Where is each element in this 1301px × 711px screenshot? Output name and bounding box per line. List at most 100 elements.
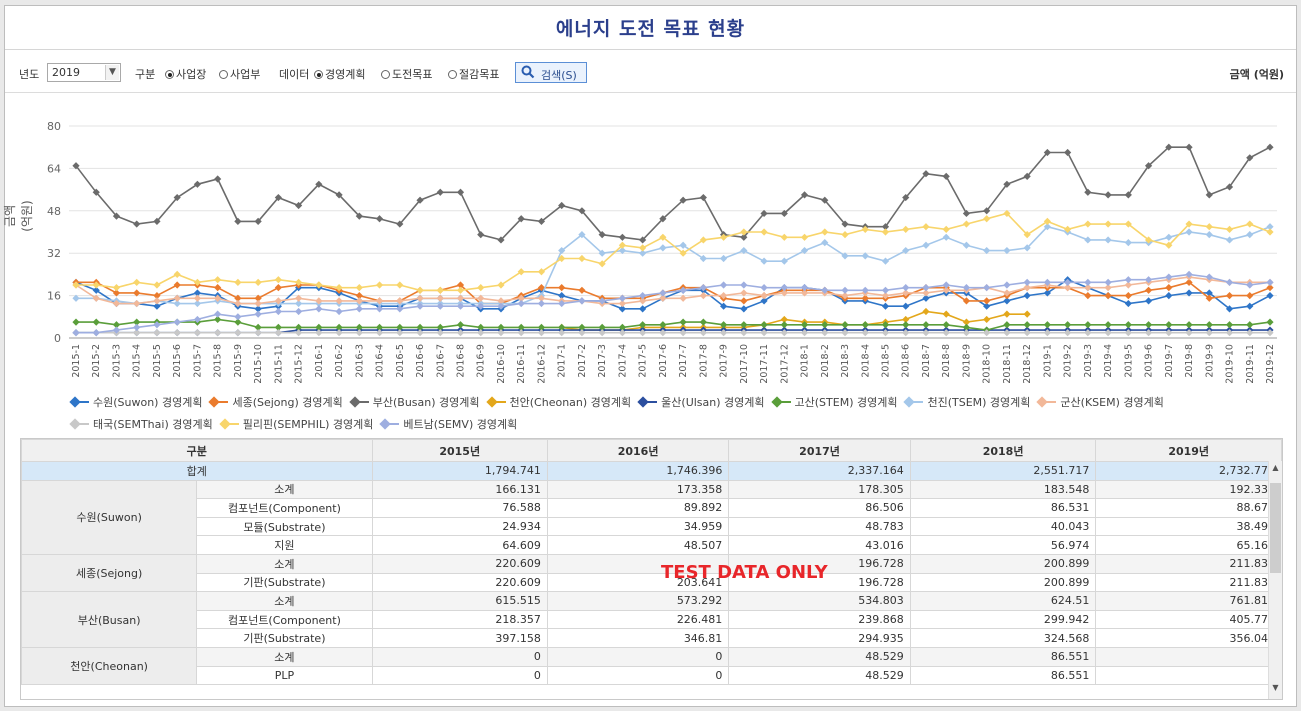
table-row[interactable]: PLP0048.52986.5510: [22, 665, 1282, 686]
table-cell[interactable]: 299.942: [909, 609, 1097, 630]
data-point-cheonjin[interactable]: [719, 254, 728, 263]
data-point-cheonjin[interactable]: [1124, 239, 1132, 247]
data-point-gosan[interactable]: [1144, 321, 1153, 329]
data-point-gosan[interactable]: [679, 318, 687, 326]
table-cell[interactable]: 356.041: [1095, 628, 1282, 648]
data-point-gosan[interactable]: [1023, 321, 1031, 329]
data-point-vietnam[interactable]: [1084, 278, 1092, 286]
table-cell[interactable]: 1,746.396: [546, 461, 730, 481]
data-point-suwon[interactable]: [740, 305, 748, 313]
data-point-phil[interactable]: [112, 284, 121, 292]
table-cell[interactable]: 624.51: [909, 591, 1097, 611]
data-point-phil[interactable]: [133, 278, 141, 286]
table-cell[interactable]: 0: [1095, 665, 1282, 686]
data-point-gunsan[interactable]: [133, 299, 141, 308]
data-point-phil[interactable]: [1084, 220, 1092, 228]
table-cell[interactable]: 615.515: [371, 591, 548, 611]
data-point-phil[interactable]: [578, 254, 586, 263]
radio-data-saving[interactable]: 절감목표: [448, 66, 499, 82]
data-point-suwon[interactable]: [881, 302, 890, 310]
data-point-phil[interactable]: [1246, 220, 1254, 228]
table-cell[interactable]: 405.776: [1095, 609, 1282, 630]
radio-icon[interactable]: [381, 70, 390, 79]
radio-division-dept[interactable]: 사업부: [219, 66, 260, 82]
year-select[interactable]: 2019 ▼: [47, 63, 121, 82]
table-cell[interactable]: 34.959: [546, 516, 730, 537]
data-point-sejong[interactable]: [1225, 292, 1234, 300]
data-point-sejong[interactable]: [1084, 292, 1092, 300]
data-point-sejong[interactable]: [1144, 286, 1153, 294]
data-point-busan[interactable]: [699, 193, 707, 202]
data-point-sejong[interactable]: [214, 284, 222, 292]
data-point-gosan[interactable]: [1084, 321, 1092, 329]
data-point-suwon[interactable]: [1246, 302, 1254, 310]
data-point-phil[interactable]: [1266, 228, 1274, 236]
data-point-phil[interactable]: [416, 286, 424, 294]
data-point-vietnam[interactable]: [72, 329, 80, 337]
table-cell[interactable]: 0: [371, 646, 548, 667]
radio-icon[interactable]: [314, 70, 323, 79]
data-point-vietnam[interactable]: [295, 307, 303, 316]
data-point-phil[interactable]: [1205, 223, 1213, 231]
data-point-vietnam[interactable]: [1124, 276, 1132, 284]
data-point-thai[interactable]: [173, 329, 181, 337]
data-point-thai[interactable]: [254, 329, 262, 337]
column-header[interactable]: 2016년: [546, 439, 730, 462]
data-point-cheonan[interactable]: [942, 310, 950, 318]
data-point-gosan[interactable]: [922, 321, 930, 329]
data-point-gosan[interactable]: [760, 321, 768, 329]
table-cell[interactable]: 86.531: [909, 498, 1097, 518]
data-point-thai[interactable]: [153, 329, 161, 337]
data-point-vietnam[interactable]: [1225, 278, 1234, 286]
data-point-phil[interactable]: [173, 270, 181, 278]
data-point-phil[interactable]: [375, 281, 384, 289]
legend-item-vietnam[interactable]: 베트남(SEMV) 경영계획: [379, 414, 517, 436]
table-cell[interactable]: 48.529: [728, 646, 911, 667]
legend-item-busan[interactable]: 부산(Busan) 경영계획: [349, 392, 480, 414]
table-cell[interactable]: 324.568: [909, 628, 1097, 648]
data-point-gosan[interactable]: [456, 321, 465, 329]
data-point-sejong[interactable]: [274, 284, 282, 292]
data-point-busan[interactable]: [942, 172, 950, 180]
table-cell[interactable]: 573.292: [546, 591, 730, 611]
legend-item-ulsan[interactable]: 울산(Ulsan) 경영계획: [637, 392, 765, 414]
data-point-vietnam[interactable]: [578, 297, 586, 305]
data-point-gosan[interactable]: [902, 321, 910, 329]
data-point-phil[interactable]: [800, 233, 809, 241]
data-point-vietnam[interactable]: [234, 313, 242, 321]
table-cell[interactable]: 220.609: [371, 553, 548, 574]
data-point-gosan[interactable]: [72, 318, 80, 326]
data-point-busan[interactable]: [1205, 191, 1213, 199]
table-cell[interactable]: 0: [546, 646, 730, 667]
data-point-gosan[interactable]: [1225, 321, 1234, 329]
table-cell[interactable]: 2,337.164: [728, 461, 911, 481]
table-cell[interactable]: 220.609: [371, 572, 548, 593]
data-point-suwon[interactable]: [1023, 292, 1031, 300]
table-row[interactable]: 지원 64.609 48.507 43.016 56.974 65.165: [22, 535, 1282, 555]
series-line-sejong[interactable]: [76, 281, 1271, 305]
legend-item-gosan[interactable]: 고산(STEM) 경영계획: [770, 392, 897, 414]
data-point-phil[interactable]: [396, 281, 404, 289]
data-point-gosan[interactable]: [780, 321, 788, 329]
table-cell[interactable]: 76.588: [371, 498, 548, 518]
table-cell[interactable]: 0: [546, 665, 730, 686]
table-cell[interactable]: 64.609: [371, 535, 548, 555]
table-cell[interactable]: 88.671: [1095, 498, 1282, 518]
scroll-up-icon[interactable]: ▲: [1269, 463, 1282, 477]
data-point-sejong[interactable]: [173, 281, 181, 289]
data-point-gunsan[interactable]: [760, 292, 768, 300]
data-point-cheonjin[interactable]: [922, 241, 930, 249]
data-point-gosan[interactable]: [699, 318, 707, 326]
data-point-phil[interactable]: [760, 228, 768, 236]
table-cell[interactable]: 65.165: [1095, 535, 1282, 555]
data-point-vietnam[interactable]: [254, 310, 262, 318]
data-point-gosan[interactable]: [1064, 321, 1072, 329]
data-point-sejong[interactable]: [1124, 292, 1132, 300]
table-row[interactable]: 컴포넌트(Component) 218.357 226.481 239.868 299.…: [22, 609, 1282, 630]
table-cell[interactable]: 173.358: [546, 479, 730, 500]
table-cell[interactable]: 2,551.717: [909, 461, 1097, 481]
chevron-down-icon[interactable]: ▼: [105, 65, 119, 80]
data-point-suwon[interactable]: [902, 302, 910, 310]
table-cell[interactable]: 86.551: [909, 665, 1097, 686]
radio-division-site[interactable]: 사업장: [165, 66, 206, 82]
